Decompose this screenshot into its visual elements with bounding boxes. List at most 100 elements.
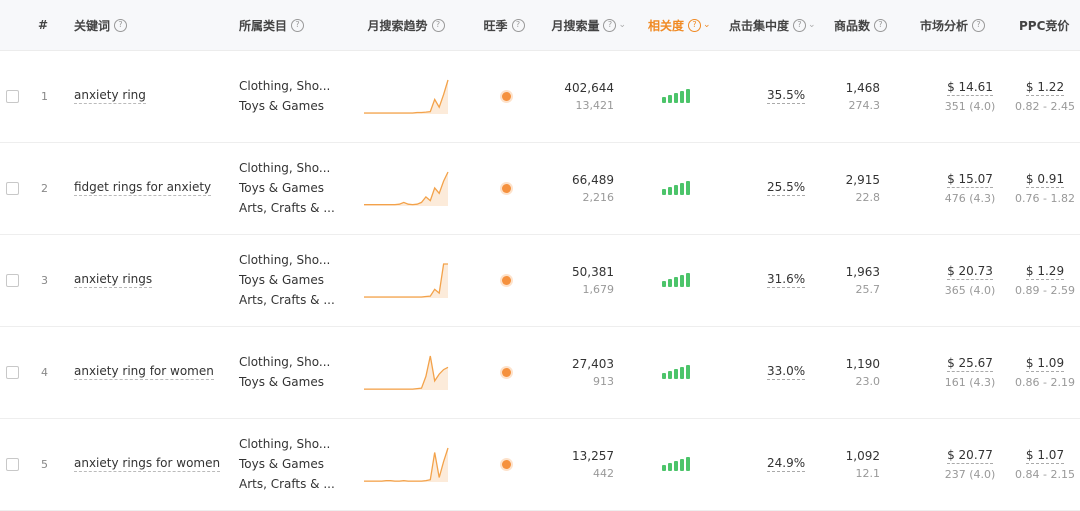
keyword-link[interactable]: anxiety rings <box>74 272 153 288</box>
row-checkbox[interactable] <box>6 181 19 195</box>
row-index: 4 <box>41 365 48 379</box>
market-price[interactable]: $ 25.67 <box>947 356 993 372</box>
click-concentration[interactable]: 33.0% <box>767 364 806 380</box>
keyword-link[interactable]: anxiety ring for women <box>74 364 214 380</box>
header-trend[interactable]: 月搜索趋势? <box>360 0 452 50</box>
relevance-bar <box>662 465 666 471</box>
header-relevance[interactable]: 相关度? ⌄ <box>648 0 711 50</box>
category-label[interactable]: Toys & Games <box>239 375 324 389</box>
season-cell <box>500 50 512 142</box>
category-label[interactable]: Arts, Crafts & ... <box>239 201 335 215</box>
header-keyword[interactable]: 关键词? <box>74 0 128 50</box>
trend-cell <box>362 326 450 418</box>
help-icon[interactable]: ? <box>603 18 617 32</box>
table-row[interactable]: 5 anxiety rings for women Clothing, Sho.… <box>0 418 1080 511</box>
relevance-bar <box>680 183 684 195</box>
season-dot-icon <box>501 459 511 469</box>
table-row[interactable]: 2 fidget rings for anxiety Clothing, Sho… <box>0 142 1080 235</box>
category-label[interactable]: Toys & Games <box>239 181 324 195</box>
trend-cell <box>362 50 450 142</box>
market-price[interactable]: $ 20.77 <box>947 448 993 464</box>
keyword-link[interactable]: anxiety rings for women <box>74 456 221 472</box>
table-row[interactable]: 1 anxiety ring Clothing, Sho... Toys & Ga… <box>0 50 1080 143</box>
category-label[interactable]: Clothing, Sho... <box>239 253 330 267</box>
category-label[interactable]: Arts, Crafts & ... <box>239 293 335 307</box>
category-list: Clothing, Sho... Toys & Games <box>239 326 349 418</box>
category-label[interactable]: Clothing, Sho... <box>239 79 330 93</box>
click-concentration[interactable]: 31.6% <box>767 272 806 288</box>
help-icon[interactable]: ? <box>972 18 986 32</box>
relevance-bar <box>680 275 684 287</box>
help-icon[interactable]: ? <box>874 18 888 32</box>
row-index-cell: 1 <box>41 50 48 142</box>
click-concentration[interactable]: 25.5% <box>767 180 806 196</box>
header-search-volume[interactable]: 月搜索量? ⌄ <box>540 0 626 50</box>
sort-caret-icon[interactable]: ⌄ <box>618 20 626 30</box>
relevance-bar <box>668 463 672 471</box>
keyword-link[interactable]: fidget rings for anxiety <box>74 180 212 196</box>
table-row[interactable]: 3 anxiety rings Clothing, Sho... Toys & G… <box>0 234 1080 327</box>
category-label[interactable]: Clothing, Sho... <box>239 161 330 175</box>
search-volume: 66,489 <box>572 172 614 187</box>
market-price[interactable]: $ 20.73 <box>947 264 993 280</box>
sort-caret-icon[interactable]: ⌄ <box>703 20 711 30</box>
trend-sparkline[interactable] <box>362 260 450 300</box>
row-index-cell: 4 <box>41 326 48 418</box>
trend-sparkline[interactable] <box>362 168 450 208</box>
relevance-bar <box>668 95 672 103</box>
relevance-bars-icon <box>662 273 690 287</box>
header-market[interactable]: 市场分析? <box>920 0 986 50</box>
relevance-bar <box>662 189 666 195</box>
help-icon[interactable]: ? <box>291 18 305 32</box>
trend-sparkline[interactable] <box>362 352 450 392</box>
volume-cell: 66,489 2,216 <box>540 142 614 234</box>
row-checkbox[interactable] <box>6 457 19 471</box>
product-count-sub: 274.3 <box>848 98 881 112</box>
ppc-bid[interactable]: $ 0.91 <box>1025 172 1065 188</box>
category-label[interactable]: Toys & Games <box>239 457 324 471</box>
category-label[interactable]: Toys & Games <box>239 273 324 287</box>
trend-cell <box>362 142 450 234</box>
help-icon[interactable]: ? <box>114 18 128 32</box>
ppc-range: 0.84 - 2.15 <box>1015 467 1075 481</box>
help-icon[interactable]: ? <box>793 18 807 32</box>
product-count: 1,468 <box>845 80 880 95</box>
click-concentration[interactable]: 24.9% <box>767 456 806 472</box>
trend-cell <box>362 234 450 326</box>
row-checkbox[interactable] <box>6 273 19 287</box>
market-price[interactable]: $ 14.61 <box>947 80 993 96</box>
ppc-bid[interactable]: $ 1.07 <box>1025 448 1065 464</box>
search-volume-sub: 913 <box>593 374 614 388</box>
header-products[interactable]: 商品数? <box>834 0 888 50</box>
help-icon[interactable]: ? <box>688 18 702 32</box>
row-checkbox[interactable] <box>6 89 19 103</box>
row-checkbox[interactable] <box>6 365 19 379</box>
category-label[interactable]: Clothing, Sho... <box>239 355 330 369</box>
sort-caret-icon[interactable]: ⌄ <box>808 20 816 30</box>
click-concentration[interactable]: 35.5% <box>767 88 806 104</box>
help-icon[interactable]: ? <box>511 18 525 32</box>
market-cell: $ 20.77 237 (4.0) <box>930 418 1010 510</box>
trend-sparkline[interactable] <box>362 444 450 484</box>
market-price[interactable]: $ 15.07 <box>947 172 993 188</box>
ppc-bid[interactable]: $ 1.22 <box>1025 80 1065 96</box>
keyword-link[interactable]: anxiety ring <box>74 88 146 104</box>
product-count-sub: 25.7 <box>855 282 881 296</box>
season-cell <box>500 418 512 510</box>
category-label[interactable]: Toys & Games <box>239 99 324 113</box>
trend-sparkline[interactable] <box>362 76 450 116</box>
relevance-bar <box>674 185 678 195</box>
keyword-cell: anxiety ring <box>74 50 146 142</box>
category-label[interactable]: Clothing, Sho... <box>239 437 330 451</box>
header-category[interactable]: 所属类目? <box>239 0 305 50</box>
header-ppc[interactable]: PPC竞价 <box>1019 0 1069 50</box>
ppc-bid[interactable]: $ 1.09 <box>1025 356 1065 372</box>
volume-cell: 50,381 1,679 <box>540 234 614 326</box>
header-season[interactable]: 旺季? <box>474 0 534 50</box>
table-row[interactable]: 4 anxiety ring for women Clothing, Sho..… <box>0 326 1080 419</box>
help-icon[interactable]: ? <box>431 18 445 32</box>
relevance-bar <box>686 273 690 287</box>
header-click-concentration[interactable]: 点击集中度? ⌄ <box>729 0 816 50</box>
ppc-bid[interactable]: $ 1.29 <box>1025 264 1065 280</box>
category-label[interactable]: Arts, Crafts & ... <box>239 477 335 491</box>
